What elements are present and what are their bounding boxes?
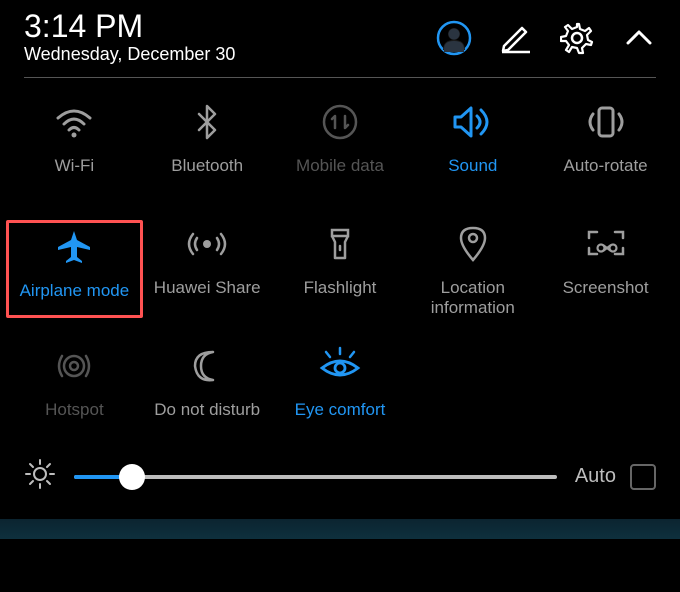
auto-brightness-checkbox[interactable] [630,464,656,490]
tile-auto-rotate[interactable]: Auto-rotate [539,102,672,200]
tile-label: Wi-Fi [55,156,95,176]
bottom-strip [0,519,680,539]
brightness-row: Auto [0,448,680,513]
tile-mobile-data[interactable]: Mobile data [274,102,407,200]
collapse-icon[interactable] [622,21,656,55]
tile-wifi[interactable]: Wi-Fi [8,102,141,200]
clock-time: 3:14 PM [24,10,436,42]
tile-huawei-share[interactable]: Huawei Share [141,224,274,322]
tile-flashlight[interactable]: Flashlight [274,224,407,322]
tile-label: Huawei Share [154,278,261,298]
auto-rotate-icon [585,102,627,142]
hotspot-icon [54,346,94,386]
tile-label: Bluetooth [171,156,243,176]
tile-label: Screenshot [563,278,649,298]
flashlight-icon [320,224,360,264]
edit-icon[interactable] [500,22,532,54]
brightness-slider[interactable] [74,463,557,491]
auto-brightness-label: Auto [575,465,616,488]
tile-label: Eye comfort [295,400,386,420]
tile-label: Flashlight [304,278,377,298]
tile-label: Location information [406,278,539,319]
tile-label: Airplane mode [20,281,130,301]
quick-settings-grid: Wi-Fi Bluetooth Mobile data Sound Auto-r… [0,78,680,448]
tile-screenshot[interactable]: Screenshot [539,224,672,322]
tile-airplane-mode[interactable]: Airplane mode [6,220,143,318]
airplane-icon [54,227,94,267]
tile-do-not-disturb[interactable]: Do not disturb [141,346,274,444]
tile-location[interactable]: Location information [406,224,539,322]
location-icon [453,224,493,264]
tile-label: Hotspot [45,400,104,420]
tile-label: Sound [448,156,497,176]
wifi-icon [54,102,94,142]
datetime-block[interactable]: 3:14 PM Wednesday, December 30 [24,10,436,65]
tile-sound[interactable]: Sound [406,102,539,200]
mobile-data-icon [320,102,360,142]
clock-date: Wednesday, December 30 [24,44,436,65]
bluetooth-icon [187,102,227,142]
sound-icon [451,102,495,142]
tile-label: Do not disturb [154,400,260,420]
user-icon[interactable] [436,20,472,56]
tile-bluetooth[interactable]: Bluetooth [141,102,274,200]
settings-icon[interactable] [560,21,594,55]
moon-icon [187,346,227,386]
tile-eye-comfort[interactable]: Eye comfort [274,346,407,444]
screenshot-icon [585,224,627,264]
header: 3:14 PM Wednesday, December 30 [0,0,680,77]
huawei-share-icon [187,224,227,264]
tile-hotspot[interactable]: Hotspot [8,346,141,444]
brightness-icon [24,458,56,495]
tile-label: Auto-rotate [564,156,648,176]
tile-label: Mobile data [296,156,384,176]
eye-icon [318,346,362,386]
